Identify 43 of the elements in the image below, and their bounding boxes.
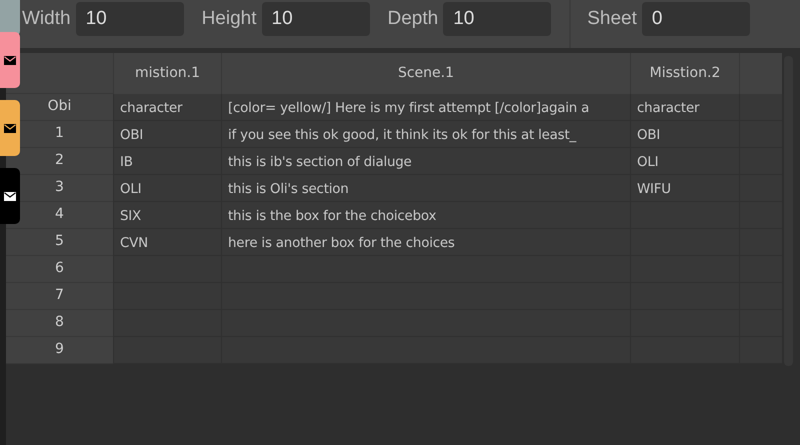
row-number[interactable]: 7 (55, 287, 64, 303)
table-cell[interactable]: this is Oli's section (221, 175, 630, 202)
side-tab[interactable] (0, 168, 20, 224)
side-tab[interactable] (0, 100, 20, 156)
table-cell[interactable]: character (630, 94, 739, 121)
row-number[interactable]: 2 (55, 152, 64, 168)
envelope-icon (4, 124, 16, 132)
field-label: Width (22, 8, 71, 30)
row-number[interactable]: 3 (55, 179, 64, 195)
column-header[interactable]: Misstion.2 (630, 53, 739, 94)
number-field[interactable]: 10 (76, 2, 184, 36)
table-cell[interactable]: character (113, 94, 221, 121)
number-field[interactable]: 10 (262, 2, 370, 36)
field-label: Height (202, 8, 256, 30)
column-header[interactable]: mistion.1 (113, 53, 221, 94)
row-number[interactable]: 8 (55, 314, 64, 330)
table-cell[interactable]: OBI (630, 121, 739, 148)
row-number[interactable]: 6 (55, 260, 64, 276)
column-header[interactable]: Scene.1 (221, 53, 630, 94)
number-field[interactable]: 0 (642, 2, 750, 36)
number-field[interactable]: 10 (443, 2, 552, 36)
table-cell[interactable]: WIFU (630, 175, 739, 202)
table-cell[interactable]: this is the box for the choicebox (221, 202, 630, 229)
row-number[interactable]: 9 (55, 341, 64, 357)
envelope-icon (4, 56, 16, 64)
table-cell[interactable]: if you see this ok good, it think its ok for this at least_ (221, 121, 630, 148)
table-cell[interactable]: here is another box for the choices (221, 229, 630, 256)
field-label: Depth (388, 8, 438, 30)
table-cell[interactable]: OBI (113, 121, 221, 148)
row-number[interactable]: 5 (55, 233, 64, 249)
table-cell[interactable]: OLI (113, 175, 221, 202)
row-number[interactable]: Obi (48, 98, 72, 114)
table-cell[interactable]: this is ib's section of dialuge (221, 148, 630, 175)
table-cell[interactable]: [color= yellow/] Here is my first attempt [/color]again a (221, 94, 630, 121)
table-cell[interactable]: SIX (113, 202, 221, 229)
row-number[interactable]: 4 (55, 206, 64, 222)
envelope-icon (4, 192, 16, 200)
table-cell[interactable]: OLI (630, 148, 739, 175)
side-tab[interactable] (0, 32, 20, 88)
table-cell[interactable]: IB (113, 148, 221, 175)
table-cell[interactable]: CVN (113, 229, 221, 256)
row-number[interactable]: 1 (55, 125, 64, 141)
field-label: Sheet (587, 8, 637, 30)
